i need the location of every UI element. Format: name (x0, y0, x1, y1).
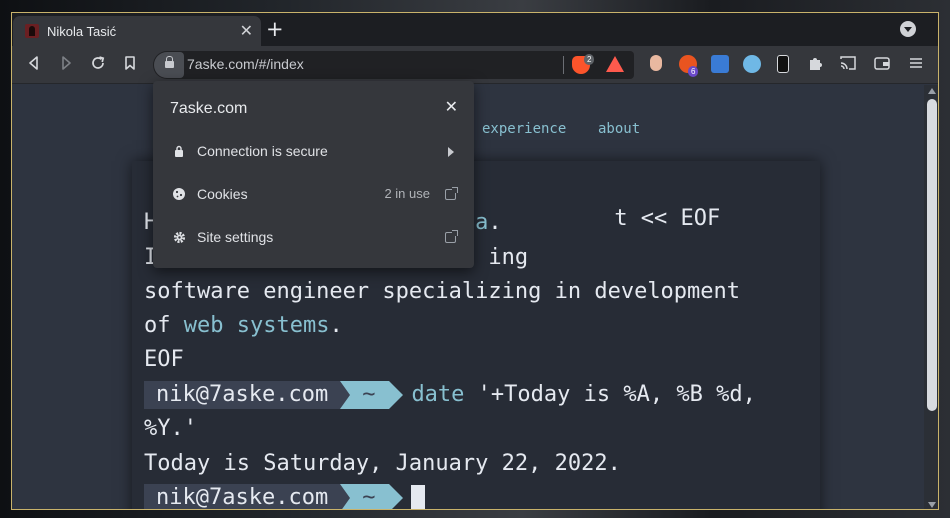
address-bar[interactable]: 7aske.com/#/index 2 (153, 51, 634, 79)
lock-icon (165, 56, 174, 68)
site-settings-label: Site settings (197, 229, 274, 245)
extension-badge: 6 (688, 66, 699, 77)
tab-title: Nikola Tasić (47, 23, 117, 39)
external-link-icon (445, 230, 458, 243)
extensions-puzzle-icon[interactable] (806, 55, 826, 75)
web-systems-link[interactable]: web systems (184, 313, 330, 338)
prompt-dir: ~ (340, 381, 404, 409)
brave-rewards-icon[interactable] (606, 56, 624, 72)
lock-icon (175, 145, 183, 157)
extension-1-icon[interactable] (650, 55, 662, 71)
new-tab-button[interactable]: + (266, 18, 284, 40)
browser-window: Nikola Tasić ✕ + 7aske.com/#/index 2 6 e… (11, 12, 939, 510)
terminal-line-6: EOF (144, 347, 184, 372)
page-scrollbar[interactable] (924, 85, 938, 509)
cast-icon[interactable] (838, 55, 858, 75)
scroll-thumb[interactable] (927, 99, 937, 411)
command-args: '+Today is %A, %B %d, (464, 382, 756, 407)
terminal-line-5: of web systems. (144, 313, 343, 338)
toolbar: 7aske.com/#/index 2 6 (12, 46, 938, 84)
scroll-down-arrow-icon[interactable] (928, 502, 936, 508)
nav-link-experience[interactable]: experience (482, 121, 566, 137)
terminal-prompt-2: nik@7aske.com ~ (144, 483, 426, 509)
site-info-button[interactable] (154, 52, 184, 78)
reload-button[interactable] (88, 55, 108, 75)
popup-row-connection[interactable]: Connection is secure (153, 132, 474, 172)
cookie-icon (173, 188, 185, 200)
back-button[interactable] (24, 55, 44, 75)
tab-search-icon[interactable] (900, 21, 916, 37)
reload-icon (92, 56, 105, 69)
wallet-icon[interactable] (872, 55, 892, 75)
connection-label: Connection is secure (197, 143, 328, 159)
tab-active[interactable]: Nikola Tasić ✕ (13, 16, 261, 46)
scroll-up-arrow-icon[interactable] (928, 88, 936, 94)
prompt-host: nik@7aske.com (144, 484, 341, 509)
prompt-host: nik@7aske.com (144, 381, 341, 409)
menu-icon[interactable] (906, 55, 926, 75)
forward-arrow-icon (62, 56, 71, 70)
site-info-popup: 7aske.com ✕ Connection is secure Cookies… (153, 81, 474, 268)
terminal-output: Today is Saturday, January 22, 2022. (144, 451, 621, 476)
extension-5-icon[interactable] (777, 55, 789, 73)
popup-title: 7aske.com (170, 100, 248, 117)
popup-row-site-settings[interactable]: Site settings (153, 218, 474, 258)
bookmark-icon (125, 56, 135, 70)
command-name: date (411, 382, 465, 407)
gear-icon (173, 231, 186, 244)
terminal-line-cont: %Y.' (144, 416, 197, 441)
terminal-cursor[interactable] (411, 485, 426, 509)
popup-row-cookies[interactable]: Cookies 2 in use (153, 175, 474, 215)
tab-strip: Nikola Tasić ✕ + (12, 13, 938, 46)
bookmark-button[interactable] (120, 55, 140, 75)
forward-button[interactable] (56, 55, 76, 75)
extension-screenshot-icon[interactable] (711, 55, 729, 73)
popup-close-icon[interactable]: ✕ (445, 97, 458, 117)
extension-4-icon[interactable] (743, 55, 761, 73)
cookies-label: Cookies (197, 186, 248, 202)
external-link-icon (445, 187, 458, 200)
shields-badge: 2 (584, 54, 595, 65)
site-favicon-icon (25, 24, 39, 38)
url-divider (563, 56, 564, 74)
tab-close-icon[interactable]: ✕ (240, 22, 253, 40)
prompt-dir: ~ (340, 484, 404, 509)
terminal-prompt-1: nik@7aske.com ~ date '+Today is %A, %B %d, (144, 380, 756, 410)
cookies-count: 2 in use (384, 186, 430, 201)
nav-link-about[interactable]: about (598, 121, 640, 137)
back-arrow-icon (29, 56, 38, 70)
chevron-right-icon (448, 147, 454, 157)
url-text[interactable]: 7aske.com/#/index (187, 56, 304, 72)
terminal-line-4: software engineer specializing in develo… (144, 279, 741, 304)
